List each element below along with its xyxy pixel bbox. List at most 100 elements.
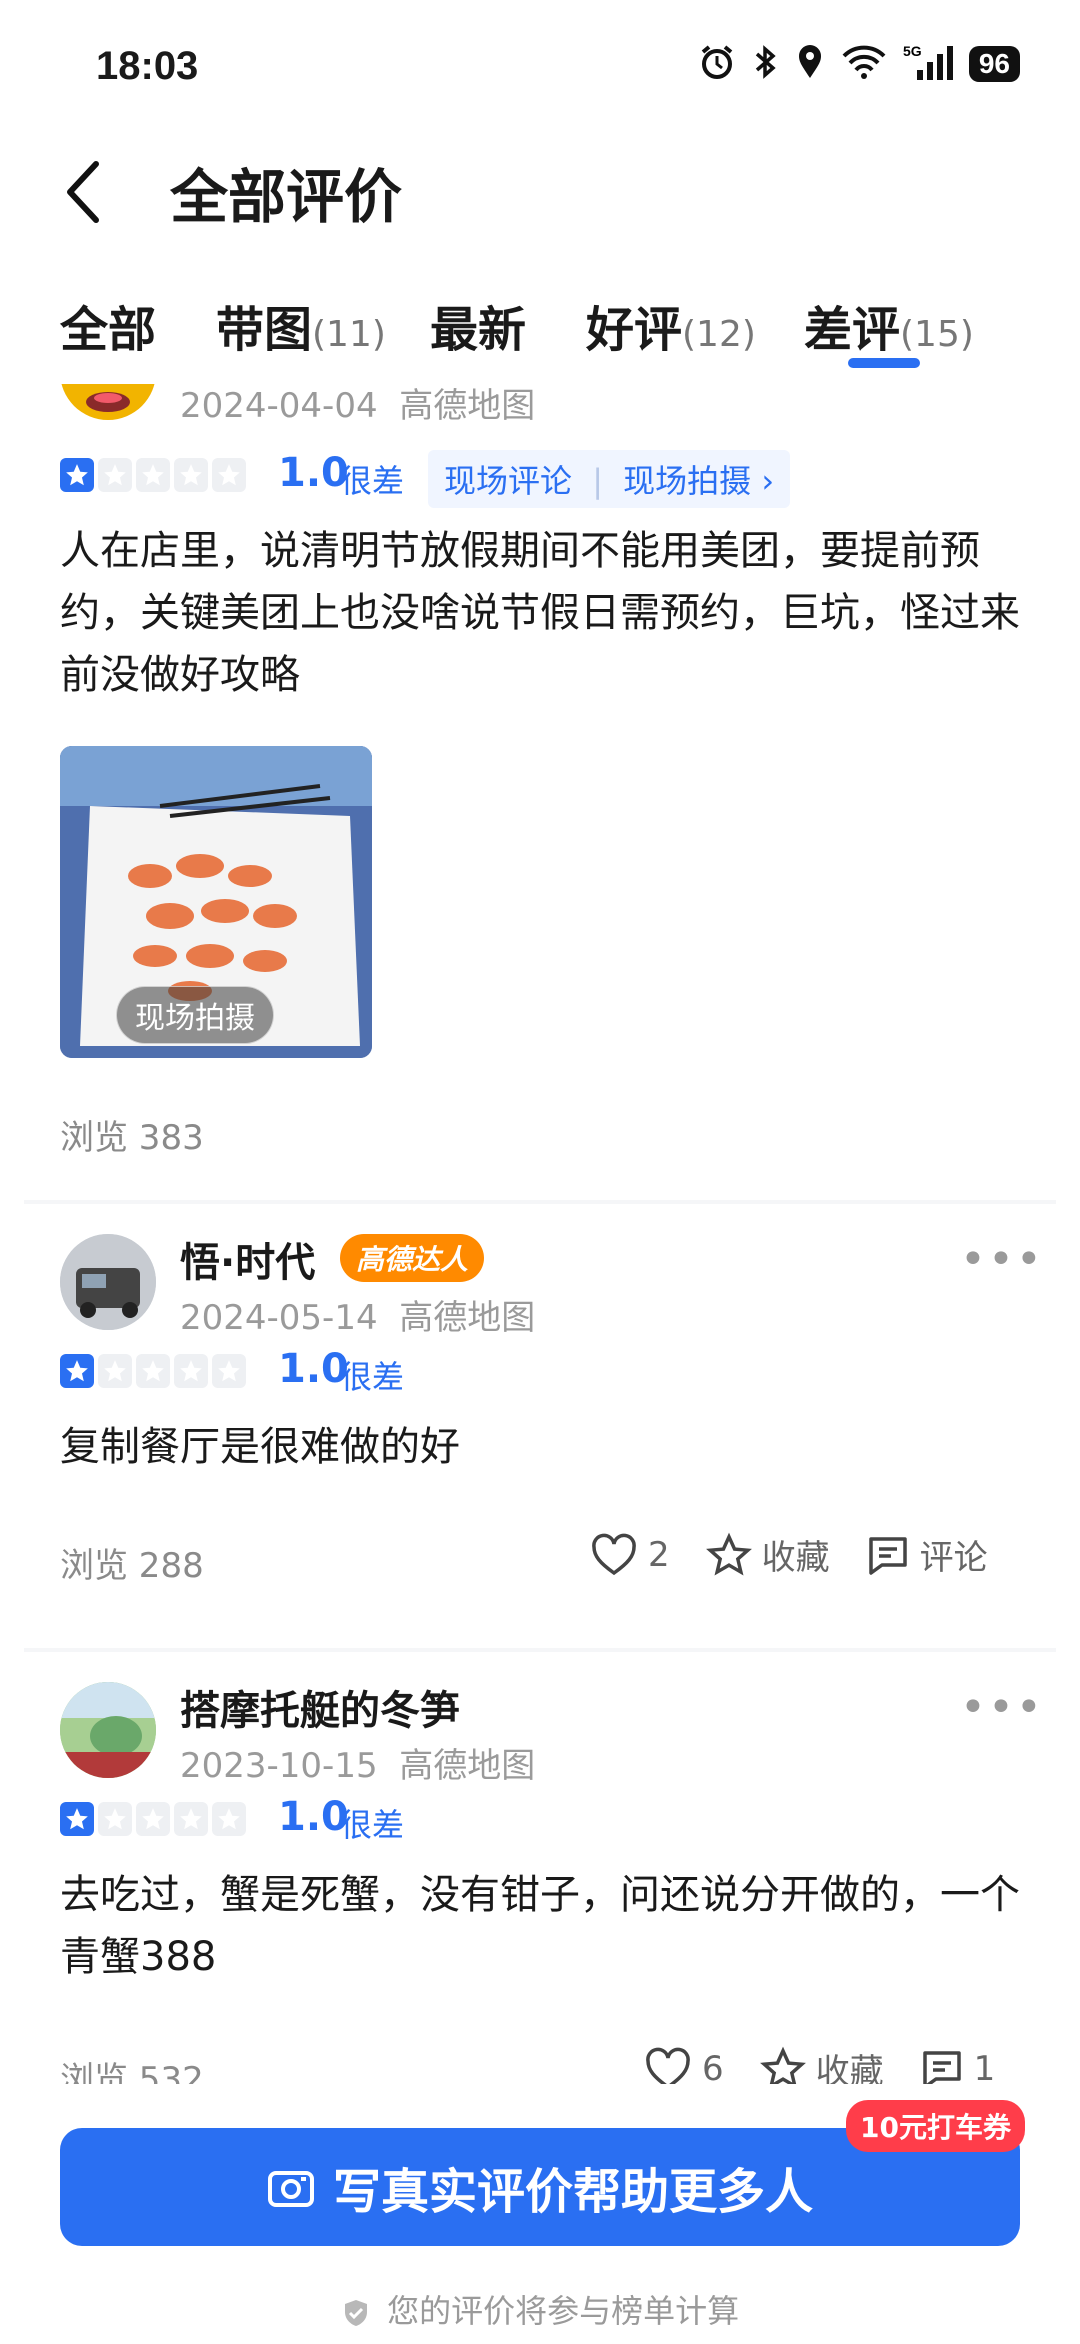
- star-empty-icon: [98, 1802, 132, 1836]
- coupon-badge: 10元打车券: [846, 2100, 1025, 2152]
- review-date: 2024-04-04 高德地图: [180, 386, 536, 426]
- comment-button[interactable]: 1: [920, 2047, 996, 2085]
- review-tags[interactable]: 现场评论 | 现场拍摄 ›: [428, 450, 791, 508]
- tab-all[interactable]: 全部: [60, 290, 156, 360]
- expert-badge: 高德达人: [340, 1234, 485, 1282]
- star-empty-icon: [98, 458, 132, 492]
- reviewer-name[interactable]: 悟·时代: [180, 1230, 315, 1288]
- star-empty-icon: [136, 458, 170, 492]
- star-rating: [60, 1802, 246, 1836]
- like-count: 6: [702, 2048, 724, 2085]
- page-title: 全部评价: [170, 163, 403, 231]
- tab-label: 好评: [586, 302, 683, 358]
- star-empty-icon: [212, 1802, 246, 1836]
- star-empty-icon: [174, 1354, 208, 1388]
- tab-count: (12): [682, 314, 756, 355]
- collect-button[interactable]: 收藏: [705, 1530, 830, 1579]
- ranking-note: 您的评价将参与榜单计算: [0, 2286, 1080, 2332]
- score-label: 很差: [340, 1358, 405, 1396]
- write-review-label: 写真实评价帮助更多人: [332, 2164, 813, 2220]
- review-photo[interactable]: 现场拍摄: [60, 746, 372, 1058]
- star-rating: [60, 458, 246, 492]
- view-count: 浏览 288: [60, 1546, 204, 1586]
- review-actions: 6 收藏 1: [644, 2044, 995, 2084]
- review-text: 去吃过，蟹是死蟹，没有钳子，问还说分开做的，一个青蟹388: [60, 1872, 1020, 1980]
- tab-count: (11): [312, 314, 386, 355]
- review-filter-tabs: 全部 带图(11) 最新 好评(12) 差评(15): [0, 270, 1080, 380]
- alarm-icon: [697, 42, 737, 86]
- star-empty-icon: [212, 1354, 246, 1388]
- review-date: 2024-05-14 高德地图: [180, 1298, 536, 1338]
- tab-with-photos[interactable]: 带图(11): [216, 290, 386, 360]
- tab-label: 全部: [60, 302, 157, 358]
- collect-label: 收藏: [815, 2052, 884, 2084]
- comment-icon: [922, 2050, 961, 2084]
- wifi-icon: [841, 44, 887, 84]
- back-button[interactable]: [64, 152, 124, 232]
- view-count: 浏览 383: [60, 1118, 204, 1158]
- camera-icon: [267, 2171, 314, 2207]
- collect-button[interactable]: 收藏: [759, 2044, 884, 2084]
- review-card: 悟·时代 高德达人 2024-05-14 高德地图 ••• 1.0 很差 复制餐…: [24, 1204, 1056, 1648]
- signal-5g-icon: 5G: [903, 42, 953, 86]
- heart-icon: [592, 1533, 636, 1575]
- tab-count: (15): [900, 314, 974, 355]
- tab-negative[interactable]: 差评(15): [804, 290, 974, 360]
- star-empty-icon: [174, 458, 208, 492]
- star-outline-icon: [705, 1532, 752, 1576]
- more-options-icon[interactable]: •••: [960, 1234, 1044, 1285]
- check-badge-icon: [344, 2300, 367, 2326]
- status-icons: 5G 96: [697, 42, 1020, 86]
- tag-onsite-review: 现场评论: [444, 462, 573, 500]
- more-options-icon[interactable]: •••: [960, 1682, 1044, 1733]
- review-date: 2023-10-15 高德地图: [180, 1746, 536, 1786]
- like-button[interactable]: 6: [644, 2047, 724, 2085]
- photo-label: 现场拍摄: [116, 986, 274, 1044]
- comment-icon: [868, 1536, 907, 1575]
- tag-onsite-photo: 现场拍摄: [623, 462, 752, 500]
- battery-indicator: 96: [968, 46, 1020, 82]
- heart-icon: [646, 2047, 690, 2084]
- chevron-right-icon: ›: [761, 462, 775, 500]
- star-filled-icon: [60, 1802, 94, 1836]
- score-value: 1.0: [278, 1794, 349, 1840]
- status-time: 18:03: [96, 44, 199, 88]
- star-rating: [60, 1354, 246, 1388]
- avatar[interactable]: [60, 384, 156, 420]
- bottom-bar: 写真实评价帮助更多人 10元打车券 您的评价将参与榜单计算: [0, 2090, 1080, 2344]
- chevron-left-icon: [67, 161, 99, 223]
- comment-count: 1: [973, 2048, 996, 2085]
- view-count: 浏览 532: [60, 2060, 204, 2084]
- avatar[interactable]: [60, 1682, 156, 1778]
- svg-text:5G: 5G: [903, 43, 922, 59]
- score-label: 很差: [340, 1806, 405, 1844]
- avatar[interactable]: [60, 1234, 156, 1330]
- ranking-note-text: 您的评价将参与榜单计算: [387, 2292, 740, 2330]
- review-card: 搭摩托艇的冬笋 2023-10-15 高德地图 ••• 1.0 很差 去吃过，蟹…: [24, 1652, 1056, 2084]
- star-empty-icon: [174, 1802, 208, 1836]
- active-tab-indicator: [848, 358, 920, 368]
- review-text: 人在店里，说清明节放假期间不能用美团，要提前预约，关键美团上也没啥说节假日需预约…: [60, 528, 1020, 698]
- star-empty-icon: [136, 1802, 170, 1836]
- reviewer-name[interactable]: 搭摩托艇的冬笋: [180, 1678, 460, 1736]
- comment-label: 评论: [919, 1538, 988, 1578]
- score-value: 1.0: [278, 450, 349, 496]
- star-filled-icon: [60, 458, 94, 492]
- review-actions: 2 收藏 评论: [590, 1530, 988, 1579]
- star-filled-icon: [60, 1354, 94, 1388]
- star-empty-icon: [212, 458, 246, 492]
- comment-button[interactable]: 评论: [866, 1530, 988, 1579]
- status-bar: 18:03 5G 96: [0, 0, 1080, 130]
- location-icon: [795, 42, 825, 86]
- review-text: 复制餐厅是很难做的好: [60, 1424, 460, 1470]
- bluetooth-icon: [753, 42, 779, 86]
- tab-positive[interactable]: 好评(12): [586, 290, 756, 360]
- tab-latest[interactable]: 最新: [430, 290, 526, 360]
- star-empty-icon: [136, 1354, 170, 1388]
- tab-label: 差评: [804, 302, 901, 358]
- review-card: 2024-04-04 高德地图 1.0 很差 现场评论 | 现场拍摄 › 人在店…: [24, 384, 1056, 1200]
- like-button[interactable]: 2: [590, 1533, 670, 1577]
- page-header: 全部评价: [0, 130, 1080, 250]
- review-list[interactable]: 2024-04-04 高德地图 1.0 很差 现场评论 | 现场拍摄 › 人在店…: [24, 384, 1056, 2084]
- score-value: 1.0: [278, 1346, 349, 1392]
